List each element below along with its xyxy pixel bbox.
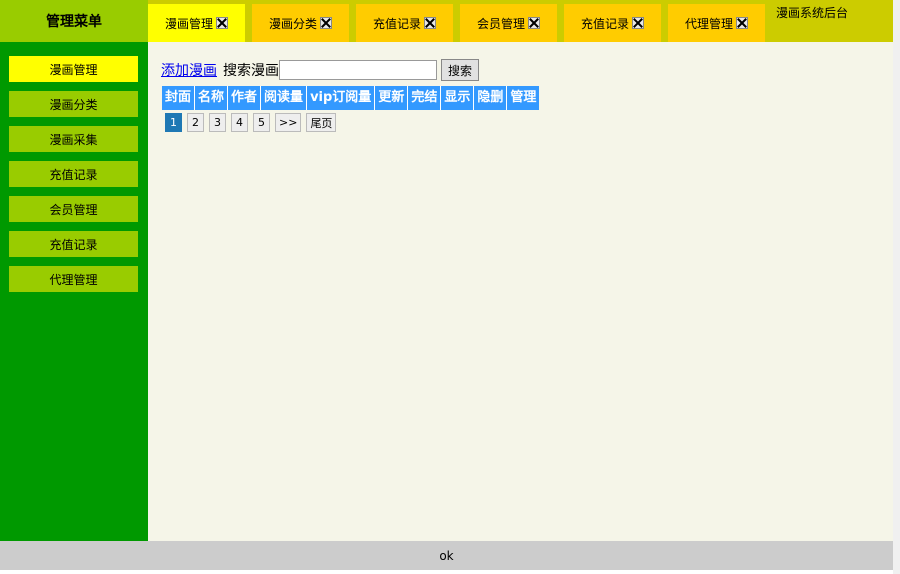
column-header-display: 显示 xyxy=(441,86,475,110)
tab-recharge-records-2[interactable]: 充值记录 xyxy=(564,4,661,42)
tab-recharge-records[interactable]: 充值记录 xyxy=(356,4,453,42)
sidebar: 漫画管理 漫画分类 漫画采集 充值记录 会员管理 充值记录 代理管理 xyxy=(0,42,148,541)
close-icon[interactable] xyxy=(424,17,436,29)
table-header-row: 封面 名称 作者 阅读量 vip订阅量 更新 完结 显示 隐删 管理 xyxy=(162,86,540,110)
close-icon[interactable] xyxy=(528,17,540,29)
sidebar-item-member-manage[interactable]: 会员管理 xyxy=(9,196,138,222)
close-icon[interactable] xyxy=(736,17,748,29)
close-icon[interactable] xyxy=(320,17,332,29)
app-window: 管理菜单 漫画管理 漫画分类 充值记录 会员管理 充值记录 代理管理 漫画系统后… xyxy=(0,0,893,574)
page-button-5[interactable]: 5 xyxy=(253,113,270,132)
next-page-button[interactable]: >> xyxy=(275,113,302,132)
column-header-cover: 封面 xyxy=(162,86,196,110)
tab-label: 代理管理 xyxy=(684,16,733,31)
sidebar-item-agent-manage[interactable]: 代理管理 xyxy=(9,266,138,292)
column-header-hidden-deleted: 隐删 xyxy=(474,86,508,110)
top-bar: 管理菜单 漫画管理 漫画分类 充值记录 会员管理 充值记录 代理管理 漫画系统后… xyxy=(0,0,893,42)
tab-member-manage[interactable]: 会员管理 xyxy=(460,4,557,42)
page-button-4[interactable]: 4 xyxy=(231,113,248,132)
tab-label: 充值记录 xyxy=(372,16,421,31)
page-button-2[interactable]: 2 xyxy=(187,113,204,132)
column-header-manage: 管理 xyxy=(507,86,540,110)
page-button-1[interactable]: 1 xyxy=(165,113,182,132)
sidebar-item-recharge-records[interactable]: 充值记录 xyxy=(9,161,138,187)
footer: ok xyxy=(0,541,893,570)
sidebar-item-comic-manage[interactable]: 漫画管理 xyxy=(9,56,138,82)
tab-label: 漫画分类 xyxy=(268,16,317,31)
tab-comic-manage[interactable]: 漫画管理 xyxy=(148,4,245,42)
search-button[interactable]: 搜索 xyxy=(441,59,480,81)
close-icon[interactable] xyxy=(632,17,644,29)
menu-title: 管理菜单 xyxy=(0,0,148,42)
add-comic-link[interactable]: 添加漫画 xyxy=(161,60,217,80)
page-button-3[interactable]: 3 xyxy=(209,113,226,132)
sidebar-item-comic-category[interactable]: 漫画分类 xyxy=(9,91,138,117)
tab-label: 充值记录 xyxy=(580,16,629,31)
tab-comic-category[interactable]: 漫画分类 xyxy=(252,4,349,42)
column-header-views: 阅读量 xyxy=(261,86,308,110)
last-page-button[interactable]: 尾页 xyxy=(306,113,337,132)
close-icon[interactable] xyxy=(216,17,228,29)
search-input[interactable] xyxy=(279,60,437,80)
search-label: 搜索漫画 xyxy=(223,63,279,79)
system-title: 漫画系统后台 xyxy=(776,6,849,20)
toolbar: 添加漫画 搜索漫画 搜索 xyxy=(161,59,480,81)
sidebar-item-recharge-records-2[interactable]: 充值记录 xyxy=(9,231,138,257)
pagination: 1 2 3 4 5 >> 尾页 xyxy=(165,113,341,132)
sidebar-item-comic-collect[interactable]: 漫画采集 xyxy=(9,126,138,152)
column-header-name: 名称 xyxy=(195,86,229,110)
column-header-update: 更新 xyxy=(375,86,409,110)
scrollbar-track[interactable] xyxy=(893,0,900,574)
tab-label: 漫画管理 xyxy=(164,16,213,31)
tab-agent-manage[interactable]: 代理管理 xyxy=(668,4,765,42)
column-header-author: 作者 xyxy=(228,86,262,110)
footer-text: ok xyxy=(439,548,454,563)
column-header-finished: 完结 xyxy=(408,86,442,110)
main-content: 添加漫画 搜索漫画 搜索 封面 名称 作者 阅读量 vip订阅量 更新 完结 显… xyxy=(148,42,893,541)
tab-label: 会员管理 xyxy=(476,16,525,31)
column-header-vip-subs: vip订阅量 xyxy=(307,86,376,110)
